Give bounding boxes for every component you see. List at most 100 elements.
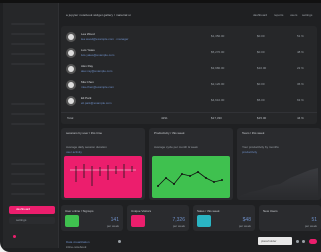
line-chart — [157, 171, 223, 187]
table-cell: $0.00 — [257, 50, 265, 54]
stat-label: New Users — [263, 209, 278, 213]
sidebar-item-settings[interactable]: settings — [9, 217, 55, 224]
nav-link-reports[interactable]: reports — [274, 13, 283, 17]
stat-card: New Users 51 per week — [259, 205, 321, 231]
area-chart — [240, 168, 318, 198]
sidebar-line — [11, 103, 45, 105]
page-title: a jupyter notebook widget gallery / mate… — [66, 13, 131, 17]
table-cell: $1,350.00 — [211, 34, 225, 38]
card-subtitle: Your productivity by months — [242, 145, 279, 149]
table-cell: $5,270.00 — [211, 50, 225, 54]
stat-value: 7,326 — [172, 217, 185, 223]
stat-footer: per week — [304, 224, 317, 228]
card-link[interactable]: user activity — [66, 150, 82, 154]
avatar — [66, 80, 76, 90]
team-chart — [240, 156, 318, 198]
table-cell: $0.00 — [257, 82, 265, 86]
user-name: Lea Wood — [81, 32, 95, 36]
table-cell: $0.00 — [257, 34, 265, 38]
stat-icon-box — [131, 215, 145, 227]
table-cell: $2,120.00 — [211, 82, 225, 86]
table-cell: 48 % — [297, 50, 304, 54]
stat-icon-box — [197, 215, 211, 227]
stat-label: User online / Signups — [65, 209, 94, 213]
stat-icon-box — [65, 215, 79, 227]
stat-value: 51 — [311, 217, 317, 223]
sidebar: dashboard settings — [3, 3, 59, 248]
user-subtitle: alex.ray@example.com — [81, 69, 113, 73]
bar-chart — [70, 164, 136, 186]
productivity-card: Productivity / this week Average cycle p… — [149, 128, 233, 200]
sidebar-item-label: dashboard — [16, 207, 31, 211]
stat-value: 141 — [110, 217, 119, 223]
table-row[interactable]: Luis Yates luis.yates@example.com $5,270… — [61, 45, 317, 61]
settings-icon[interactable] — [302, 240, 305, 243]
card-subtitle: Average daily session duration — [66, 145, 107, 149]
sidebar-line — [11, 23, 45, 25]
stat-value: $48 — [242, 217, 251, 223]
avatar — [66, 96, 76, 106]
chart-point — [165, 177, 167, 179]
chart-point — [213, 181, 215, 183]
sidebar-line — [11, 43, 45, 45]
chart-line — [157, 171, 223, 187]
table-row[interactable]: Lea Wood lea.wood@example.com · manager … — [61, 29, 317, 45]
table-cell: $3,980.00 — [211, 66, 225, 70]
table-footer-cell: $17,330 — [211, 116, 222, 120]
table-cell: 22 % — [297, 66, 304, 70]
sessions-card: sessions by user / this time Average dai… — [61, 128, 145, 200]
sidebar-line — [11, 123, 45, 125]
chart-bars — [75, 164, 133, 186]
sidebar-line — [11, 193, 45, 195]
table-footer: Total 4291 $17,330 $15.00 44 % — [61, 112, 317, 123]
table-footer-label: Total — [67, 116, 74, 120]
sessions-chart — [64, 156, 142, 198]
chart-area — [240, 168, 318, 198]
chart-point — [205, 177, 207, 179]
nav-link-users[interactable]: users — [290, 13, 297, 17]
search-input[interactable]: placeholder — [258, 237, 292, 245]
card-link[interactable]: productivity — [242, 150, 257, 154]
users-table: Lea Wood lea.wood@example.com · manager … — [61, 26, 317, 124]
user-avatar[interactable] — [13, 235, 16, 238]
table-cell: 63 % — [297, 98, 304, 102]
table-footer-cell: $15.00 — [257, 116, 267, 120]
stat-footer: per week — [238, 224, 251, 228]
stat-card: User online / Signups 141 per week — [61, 205, 123, 231]
chart-point — [197, 171, 199, 173]
table-row[interactable]: Alex Ray alex.ray@example.com $3,980.00 … — [61, 61, 317, 77]
menu-icon[interactable] — [296, 240, 299, 243]
avatar — [66, 32, 76, 42]
table-row[interactable]: Mia Chen mia.chen@example.com $2,120.00 … — [61, 77, 317, 93]
stat-label: Unique Visitors — [131, 209, 152, 213]
avatar — [66, 48, 76, 58]
user-name: Luis Yates — [81, 48, 95, 52]
nav-link-dashboard[interactable]: dashboard — [253, 13, 267, 17]
chart-point — [181, 173, 183, 175]
table-row[interactable]: Eli Park eli.park@example.com $4,610.00 … — [61, 93, 317, 109]
sidebar-line — [11, 53, 45, 55]
chart-point — [157, 185, 159, 187]
nav-link-settings[interactable]: settings — [302, 13, 312, 17]
bottom-bar: Data visualization inline-notebook place… — [58, 236, 321, 252]
table-cell: $5.00 — [257, 98, 265, 102]
bottom-link[interactable]: Data visualization — [66, 240, 90, 244]
table-cell: 36 % — [297, 82, 304, 86]
app-window: dashboard settings a jupyter notebook wi… — [0, 0, 321, 252]
user-name: Eli Park — [81, 96, 92, 100]
user-subtitle: mia.chen@example.com — [81, 85, 115, 89]
stat-card: Sales / this week $48 per week — [193, 205, 255, 231]
toggle-button[interactable] — [309, 239, 317, 244]
card-title: sessions by user / this time — [66, 131, 103, 135]
sidebar-line — [11, 173, 45, 175]
stat-card: Unique Visitors 7,326 per week — [127, 205, 189, 231]
table-cell: $10.00 — [257, 66, 267, 70]
card-subtitle: Average cycle per month & week — [154, 145, 198, 149]
team-card: Team / this week Your productivity by mo… — [237, 128, 321, 200]
top-bar: a jupyter notebook widget gallery / mate… — [58, 3, 321, 25]
chart-point — [221, 179, 223, 181]
productivity-chart — [152, 156, 230, 198]
sidebar-item-label: settings — [16, 218, 27, 222]
user-subtitle: luis.yates@example.com — [81, 53, 115, 57]
user-subtitle: lea.wood@example.com · manager — [81, 37, 129, 41]
